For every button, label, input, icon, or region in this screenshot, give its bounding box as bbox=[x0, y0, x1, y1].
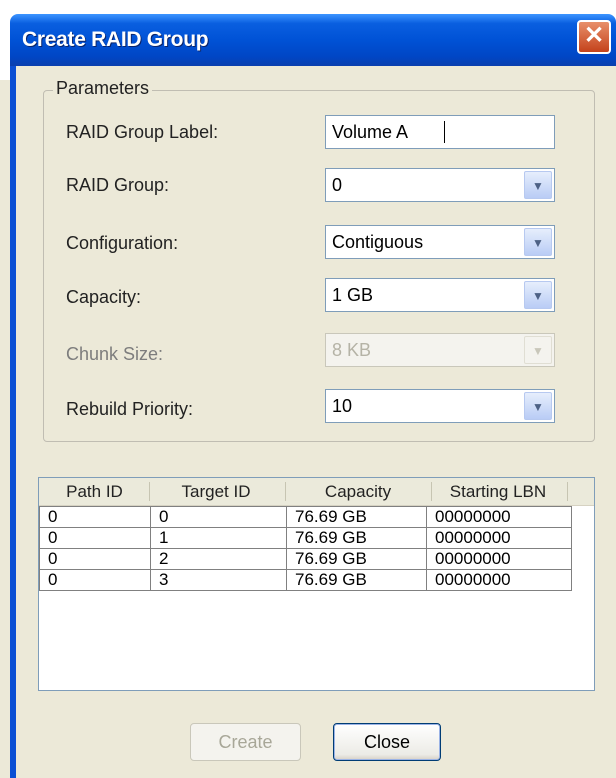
create-button[interactable]: Create bbox=[190, 723, 301, 761]
table-row[interactable]: 0 3 76.69 GB 00000000 bbox=[39, 569, 594, 591]
cell-capacity: 76.69 GB bbox=[287, 548, 427, 570]
column-header-path-id[interactable]: Path ID bbox=[47, 482, 142, 502]
column-header-capacity[interactable]: Capacity bbox=[291, 482, 425, 502]
cell-starting-lbn: 00000000 bbox=[427, 569, 572, 591]
table-row[interactable]: 0 2 76.69 GB 00000000 bbox=[39, 548, 594, 570]
raid-group-label: RAID Group: bbox=[66, 175, 170, 195]
column-divider bbox=[567, 482, 568, 501]
close-button[interactable]: Close bbox=[333, 723, 441, 761]
table-header: Path ID Target ID Capacity Starting LBN bbox=[39, 478, 594, 506]
table-row[interactable]: 0 0 76.69 GB 00000000 bbox=[39, 506, 594, 528]
cell-capacity: 76.69 GB bbox=[287, 569, 427, 591]
create-raid-group-dialog: Create RAID Group ✕ Parameters RAID Grou… bbox=[0, 0, 616, 778]
rebuild-priority-label: Rebuild Priority: bbox=[66, 399, 194, 419]
cell-path-id: 0 bbox=[39, 569, 151, 591]
cell-starting-lbn: 00000000 bbox=[427, 527, 572, 549]
raid-group-select[interactable]: 0 ▼ bbox=[325, 168, 555, 202]
cell-path-id: 0 bbox=[39, 548, 151, 570]
configuration-label: Configuration: bbox=[66, 233, 179, 253]
chunk-size-value: 8 KB bbox=[332, 340, 372, 360]
configuration-value: Contiguous bbox=[332, 232, 424, 252]
configuration-select[interactable]: Contiguous ▼ bbox=[325, 225, 555, 259]
cell-target-id: 2 bbox=[151, 548, 287, 570]
chevron-down-icon[interactable]: ▼ bbox=[524, 392, 552, 420]
cell-target-id: 3 bbox=[151, 569, 287, 591]
capacity-select[interactable]: 1 GB ▼ bbox=[325, 278, 555, 312]
cell-starting-lbn: 00000000 bbox=[427, 506, 572, 528]
cell-starting-lbn: 00000000 bbox=[427, 548, 572, 570]
chevron-down-icon: ▼ bbox=[524, 336, 552, 364]
close-icon[interactable]: ✕ bbox=[577, 20, 611, 54]
drives-table[interactable]: Path ID Target ID Capacity Starting LBN … bbox=[38, 477, 595, 691]
text-caret bbox=[444, 121, 445, 143]
rebuild-priority-value: 10 bbox=[332, 396, 353, 416]
table-row[interactable]: 0 1 76.69 GB 00000000 bbox=[39, 527, 594, 549]
raid-group-value: 0 bbox=[332, 175, 343, 195]
cell-capacity: 76.69 GB bbox=[287, 527, 427, 549]
raid-group-label-input[interactable]: Volume A bbox=[325, 115, 555, 149]
capacity-value: 1 GB bbox=[332, 285, 374, 305]
column-divider bbox=[285, 482, 286, 501]
chunk-size-select: 8 KB ▼ bbox=[325, 333, 555, 367]
raid-group-label-value: Volume A bbox=[332, 122, 409, 142]
chevron-down-icon[interactable]: ▼ bbox=[524, 281, 552, 309]
column-divider bbox=[149, 482, 150, 501]
cell-target-id: 1 bbox=[151, 527, 287, 549]
chevron-down-icon[interactable]: ▼ bbox=[524, 228, 552, 256]
rebuild-priority-select[interactable]: 10 ▼ bbox=[325, 389, 555, 423]
cell-capacity: 76.69 GB bbox=[287, 506, 427, 528]
dialog-title: Create RAID Group bbox=[22, 28, 209, 51]
column-header-starting-lbn[interactable]: Starting LBN bbox=[434, 482, 562, 502]
chunk-size-label: Chunk Size: bbox=[66, 344, 164, 364]
column-divider bbox=[431, 482, 432, 501]
cell-path-id: 0 bbox=[39, 506, 151, 528]
capacity-label: Capacity: bbox=[66, 287, 142, 307]
parameters-legend: Parameters bbox=[53, 78, 153, 99]
raid-group-label-label: RAID Group Label: bbox=[66, 122, 219, 142]
cell-target-id: 0 bbox=[151, 506, 287, 528]
cell-path-id: 0 bbox=[39, 527, 151, 549]
column-header-target-id[interactable]: Target ID bbox=[157, 482, 275, 502]
chevron-down-icon[interactable]: ▼ bbox=[524, 171, 552, 199]
